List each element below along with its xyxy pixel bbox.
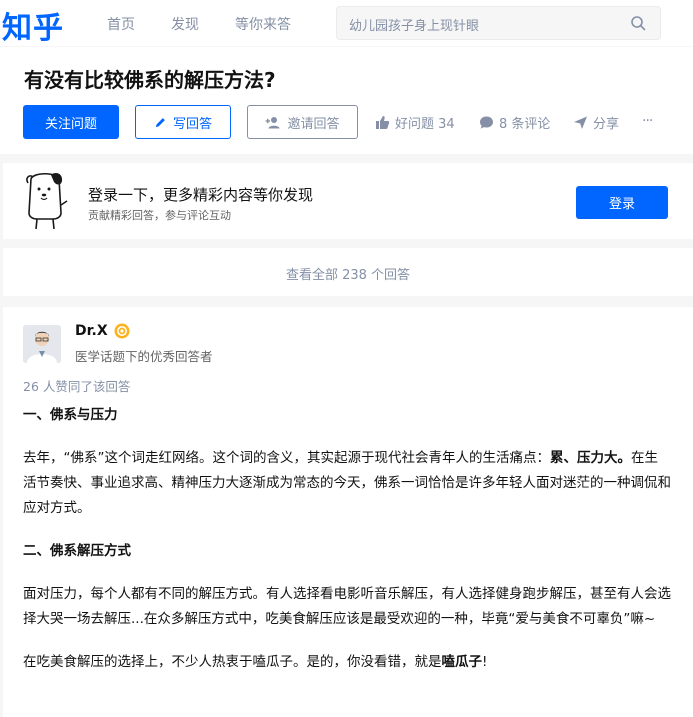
paragraph: 去年，“佛系”这个词走红网络。这个词的含义，其实起源于现代社会青年人的生活痛点：… <box>23 450 671 516</box>
nav-waiting-answers[interactable]: 等你来答 <box>235 14 291 34</box>
good-question-button[interactable]: 好问题 34 <box>375 113 455 132</box>
author-headline: 医学话题下的优秀回答者 <box>75 349 213 364</box>
nav-home[interactable]: 首页 <box>107 14 135 34</box>
share-label: 分享 <box>593 117 620 132</box>
answer-content: 一、佛系与压力 去年，“佛系”这个词走红网络。这个词的含义，其实起源于现代社会青… <box>23 403 671 693</box>
person-avatar-icon <box>23 325 61 363</box>
comments-label: 8 条评论 <box>499 117 551 132</box>
section-heading: 一、佛系与压力 <box>23 407 118 423</box>
vote-count: 26 人赞同了该回答 <box>23 379 131 394</box>
author-avatar[interactable] <box>23 325 61 363</box>
login-prompt-title: 登录一下，更多精彩内容等你发现 <box>88 186 314 204</box>
paragraph: 在吃美食解压的选择上，不少人热衷于嗑瓜子。是的，你没看错，就是嗑瓜子! <box>23 654 488 670</box>
nav-discover[interactable]: 发现 <box>171 14 199 34</box>
mascot-dog-illustration <box>26 172 68 230</box>
author-name[interactable]: Dr.X <box>75 323 108 339</box>
comments-button[interactable]: 8 条评论 <box>479 113 550 132</box>
login-prompt-subtitle: 贡献精彩回答，参与评论互动 <box>88 209 231 222</box>
thumbs-up-icon <box>376 116 390 129</box>
paragraph: 面对压力，每个人都有不同的解压方式。有人选择看电影听音乐解压，有人选择健身跑步解… <box>23 586 671 627</box>
pencil-icon <box>155 117 165 127</box>
question-header: 有没有比较佛系的解压方法? 关注问题 写回答 邀请回答 好问题 34 8 条评论 <box>0 47 693 154</box>
view-all-answers-link[interactable]: 查看全部 238 个回答 <box>3 264 693 283</box>
view-all-answers-card: 查看全部 238 个回答 <box>3 248 693 296</box>
login-button[interactable]: 登录 <box>576 186 668 219</box>
follow-question-button[interactable]: 关注问题 <box>23 105 119 139</box>
write-answer-label: 写回答 <box>172 116 212 132</box>
comment-icon <box>480 116 493 129</box>
answer-card: Dr.X 医学话题下的优秀回答者 26 人赞同了该回答 一、佛系与压力 去年，“… <box>3 307 693 717</box>
write-answer-button[interactable]: 写回答 <box>135 105 231 139</box>
top-navbar: 知乎 首页 发现 等你来答 幼儿园孩子身上现针眼 <box>0 0 693 46</box>
excellent-answerer-badge-icon[interactable] <box>114 323 130 339</box>
question-title: 有没有比较佛系的解压方法? <box>24 68 276 92</box>
search-input[interactable]: 幼儿园孩子身上现针眼 <box>349 15 479 34</box>
search-box[interactable]: 幼儿园孩子身上现针眼 <box>336 6 661 40</box>
share-button[interactable]: 分享 <box>573 113 619 132</box>
invite-answer-label: 邀请回答 <box>287 116 340 132</box>
send-icon <box>574 116 587 129</box>
good-question-label: 好问题 34 <box>395 117 455 132</box>
author-row: Dr.X <box>75 323 130 339</box>
login-prompt-card: 登录一下，更多精彩内容等你发现 贡献精彩回答，参与评论互动 登录 <box>3 163 693 239</box>
search-icon[interactable] <box>630 15 646 31</box>
section-heading: 二、佛系解压方式 <box>23 543 131 559</box>
invite-answer-button[interactable]: 邀请回答 <box>247 105 358 139</box>
add-user-icon <box>265 116 280 128</box>
more-options-button[interactable]: ··· <box>642 113 653 129</box>
zhihu-logo[interactable]: 知乎 <box>2 3 64 47</box>
